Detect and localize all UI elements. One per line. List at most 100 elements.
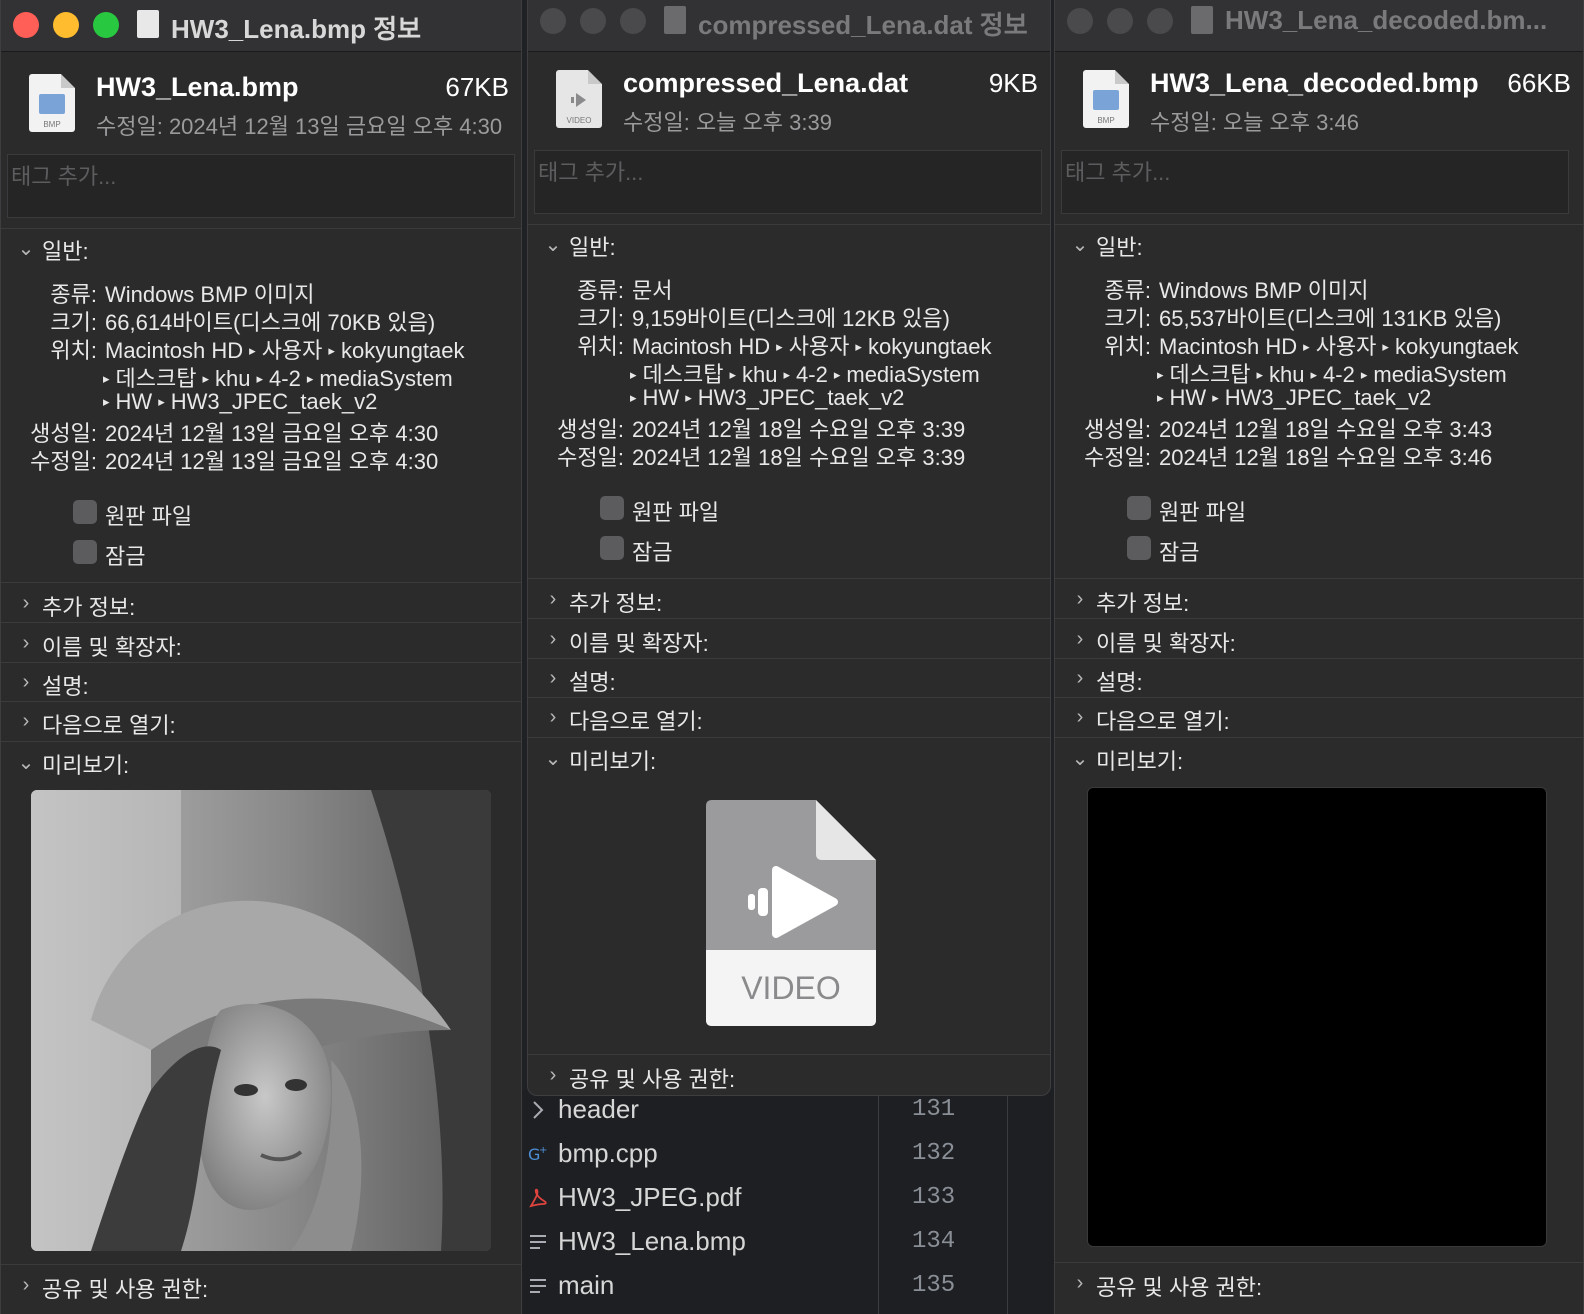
chevron-right-icon: › [22,710,30,732]
section-open-with[interactable]: › 다음으로 열기: [1,704,521,742]
section-general[interactable]: ⌄ 일반: [1055,226,1583,264]
tags-input[interactable]: 태그 추가... [534,150,1042,214]
document-proxy-icon[interactable] [1191,6,1213,34]
file-tree-item-pdf[interactable]: HW3_JPEG.pdf 133 [520,1178,1060,1218]
section-title: 공유 및 사용 권한: [569,1067,736,1092]
checkbox-box[interactable] [1127,496,1151,520]
window-titlebar[interactable]: HW3_Lena_decoded.bm... [1055,0,1583,52]
minimize-button[interactable] [580,8,606,34]
section-title: 추가 정보: [569,591,663,616]
checkbox-label: 원판 파일 [632,500,720,525]
document-proxy-icon[interactable] [664,6,686,34]
chevron-right-icon: › [1076,628,1084,650]
checkbox-label: 원판 파일 [1159,500,1247,525]
zoom-button[interactable] [620,8,646,34]
tags-input[interactable]: 태그 추가... [1061,150,1569,214]
section-title: 일반: [569,235,616,260]
path-separator-icon: ▸ [630,390,637,405]
checkbox-box[interactable] [73,540,97,564]
chevron-right-icon: › [549,1064,557,1086]
section-preview[interactable]: ⌄ 미리보기: [1055,740,1583,778]
minimize-button[interactable] [1107,8,1133,34]
preview-image [31,790,491,1251]
chevron-down-icon: ⌄ [17,238,35,260]
file-tree-item-header[interactable]: header 131 [520,1090,1060,1130]
close-button[interactable] [1067,8,1093,34]
file-tree-item-bmp-cpp[interactable]: G + bmp.cpp 132 [520,1134,1060,1174]
path-component: 사용자 [261,338,323,363]
path-component: khu [742,362,778,387]
path-component: HW3_JPEC_taek_v2 [1224,385,1432,410]
section-divider [1,741,521,742]
info-row-kind: 종류: Windows BMP 이미지 [1055,273,1575,303]
section-title: 추가 정보: [1096,591,1190,616]
info-value-modified: 2024년 12월 18일 수요일 오후 3:46 [1159,445,1493,470]
section-more-info[interactable]: › 추가 정보: [1,586,521,624]
section-title: 설명: [42,674,89,699]
section-title: 공유 및 사용 권한: [1096,1275,1263,1300]
file-tree-item-main[interactable]: main 135 [520,1266,1060,1306]
section-general[interactable]: ⌄ 일반: [1,230,521,268]
tags-placeholder: 태그 추가... [11,164,117,189]
section-sharing[interactable]: › 공유 및 사용 권한: [1055,1266,1583,1304]
chevron-down-icon: ⌄ [1071,234,1089,256]
line-number: 134 [912,1228,956,1255]
info-key-modified: 수정일: [557,445,624,470]
tags-input[interactable]: 태그 추가... [7,154,515,218]
section-title: 미리보기: [42,753,130,778]
file-name: compressed_Lena.dat [623,68,909,98]
get-info-window-2[interactable]: compressed_Lena.dat 정보 VIDEO compressed_… [527,0,1051,1096]
close-button[interactable] [540,8,566,34]
path-component: 4-2 [269,366,301,391]
section-preview[interactable]: ⌄ 미리보기: [528,740,1050,778]
section-general[interactable]: ⌄ 일반: [528,226,1050,264]
zoom-button[interactable] [93,12,119,38]
path-separator-icon: ▸ [1157,367,1164,382]
section-divider [1,582,521,583]
path-component: 데스크탑 [115,366,197,391]
window-titlebar[interactable]: compressed_Lena.dat 정보 [528,0,1050,52]
section-name-extension[interactable]: › 이름 및 확장자: [1,626,521,664]
checkbox-box[interactable] [600,496,624,520]
file-tree-item-lena-bmp[interactable]: HW3_Lena.bmp 134 [520,1222,1060,1262]
section-name-extension[interactable]: › 이름 및 확장자: [528,622,1050,660]
path-separator-icon: ▸ [729,367,737,382]
info-value-modified: 2024년 12월 13일 금요일 오후 4:30 [105,449,439,474]
document-proxy-icon[interactable] [137,10,159,38]
file-type-icon: VIDEO [556,70,602,128]
modified-summary: 수정일: 2024년 12월 13일 금요일 오후 4:30 [96,114,503,139]
minimize-button[interactable] [53,12,79,38]
section-name-extension[interactable]: › 이름 및 확장자: [1055,622,1583,660]
file-tree-label: HW3_Lena.bmp [558,1226,746,1256]
section-sharing[interactable]: › 공유 및 사용 권한: [1,1268,521,1306]
path-separator-icon: ▸ [1256,367,1264,382]
section-open-with[interactable]: › 다음으로 열기: [528,700,1050,738]
get-info-window-1[interactable]: HW3_Lena.bmp 정보 BMP HW3_Lena.bmp 67KB 수정… [0,0,522,1314]
file-type-label: BMP [1097,116,1115,125]
checkbox-box[interactable] [600,536,624,560]
section-open-with[interactable]: › 다음으로 열기: [1055,700,1583,738]
section-more-info[interactable]: › 추가 정보: [1055,582,1583,620]
file-name: HW3_Lena.bmp [96,72,299,102]
section-preview[interactable]: ⌄ 미리보기: [1,744,521,782]
path-separator-icon: ▸ [685,390,692,405]
section-comments[interactable]: › 설명: [1,665,521,703]
path-where-line3: ▸ HW ▸ HW3_JPEC_taek_v2 [97,389,377,415]
zoom-button[interactable] [1147,8,1173,34]
checkbox-label: 잠금 [1159,540,1200,565]
checkbox-box[interactable] [73,500,97,524]
close-button[interactable] [13,12,39,38]
path-component: HW3_JPEC_taek_v2 [697,385,905,410]
info-row-created: 생성일: 2024년 12월 18일 수요일 오후 3:43 [1055,412,1575,442]
section-comments[interactable]: › 설명: [528,661,1050,699]
window-titlebar[interactable]: HW3_Lena.bmp 정보 [1,0,521,52]
get-info-window-3[interactable]: HW3_Lena_decoded.bm... BMP HW3_Lena_deco… [1054,0,1584,1314]
checkbox-box[interactable] [1127,536,1151,560]
section-divider [1055,697,1583,698]
file-type-icon: BMP [1083,70,1129,128]
file-header: BMP HW3_Lena.bmp 67KB 수정일: 2024년 12월 13일… [1,62,521,142]
section-sharing[interactable]: › 공유 및 사용 권한: [528,1058,1050,1095]
path-component: 사용자 [788,334,850,359]
section-more-info[interactable]: › 추가 정보: [528,582,1050,620]
section-comments[interactable]: › 설명: [1055,661,1583,699]
